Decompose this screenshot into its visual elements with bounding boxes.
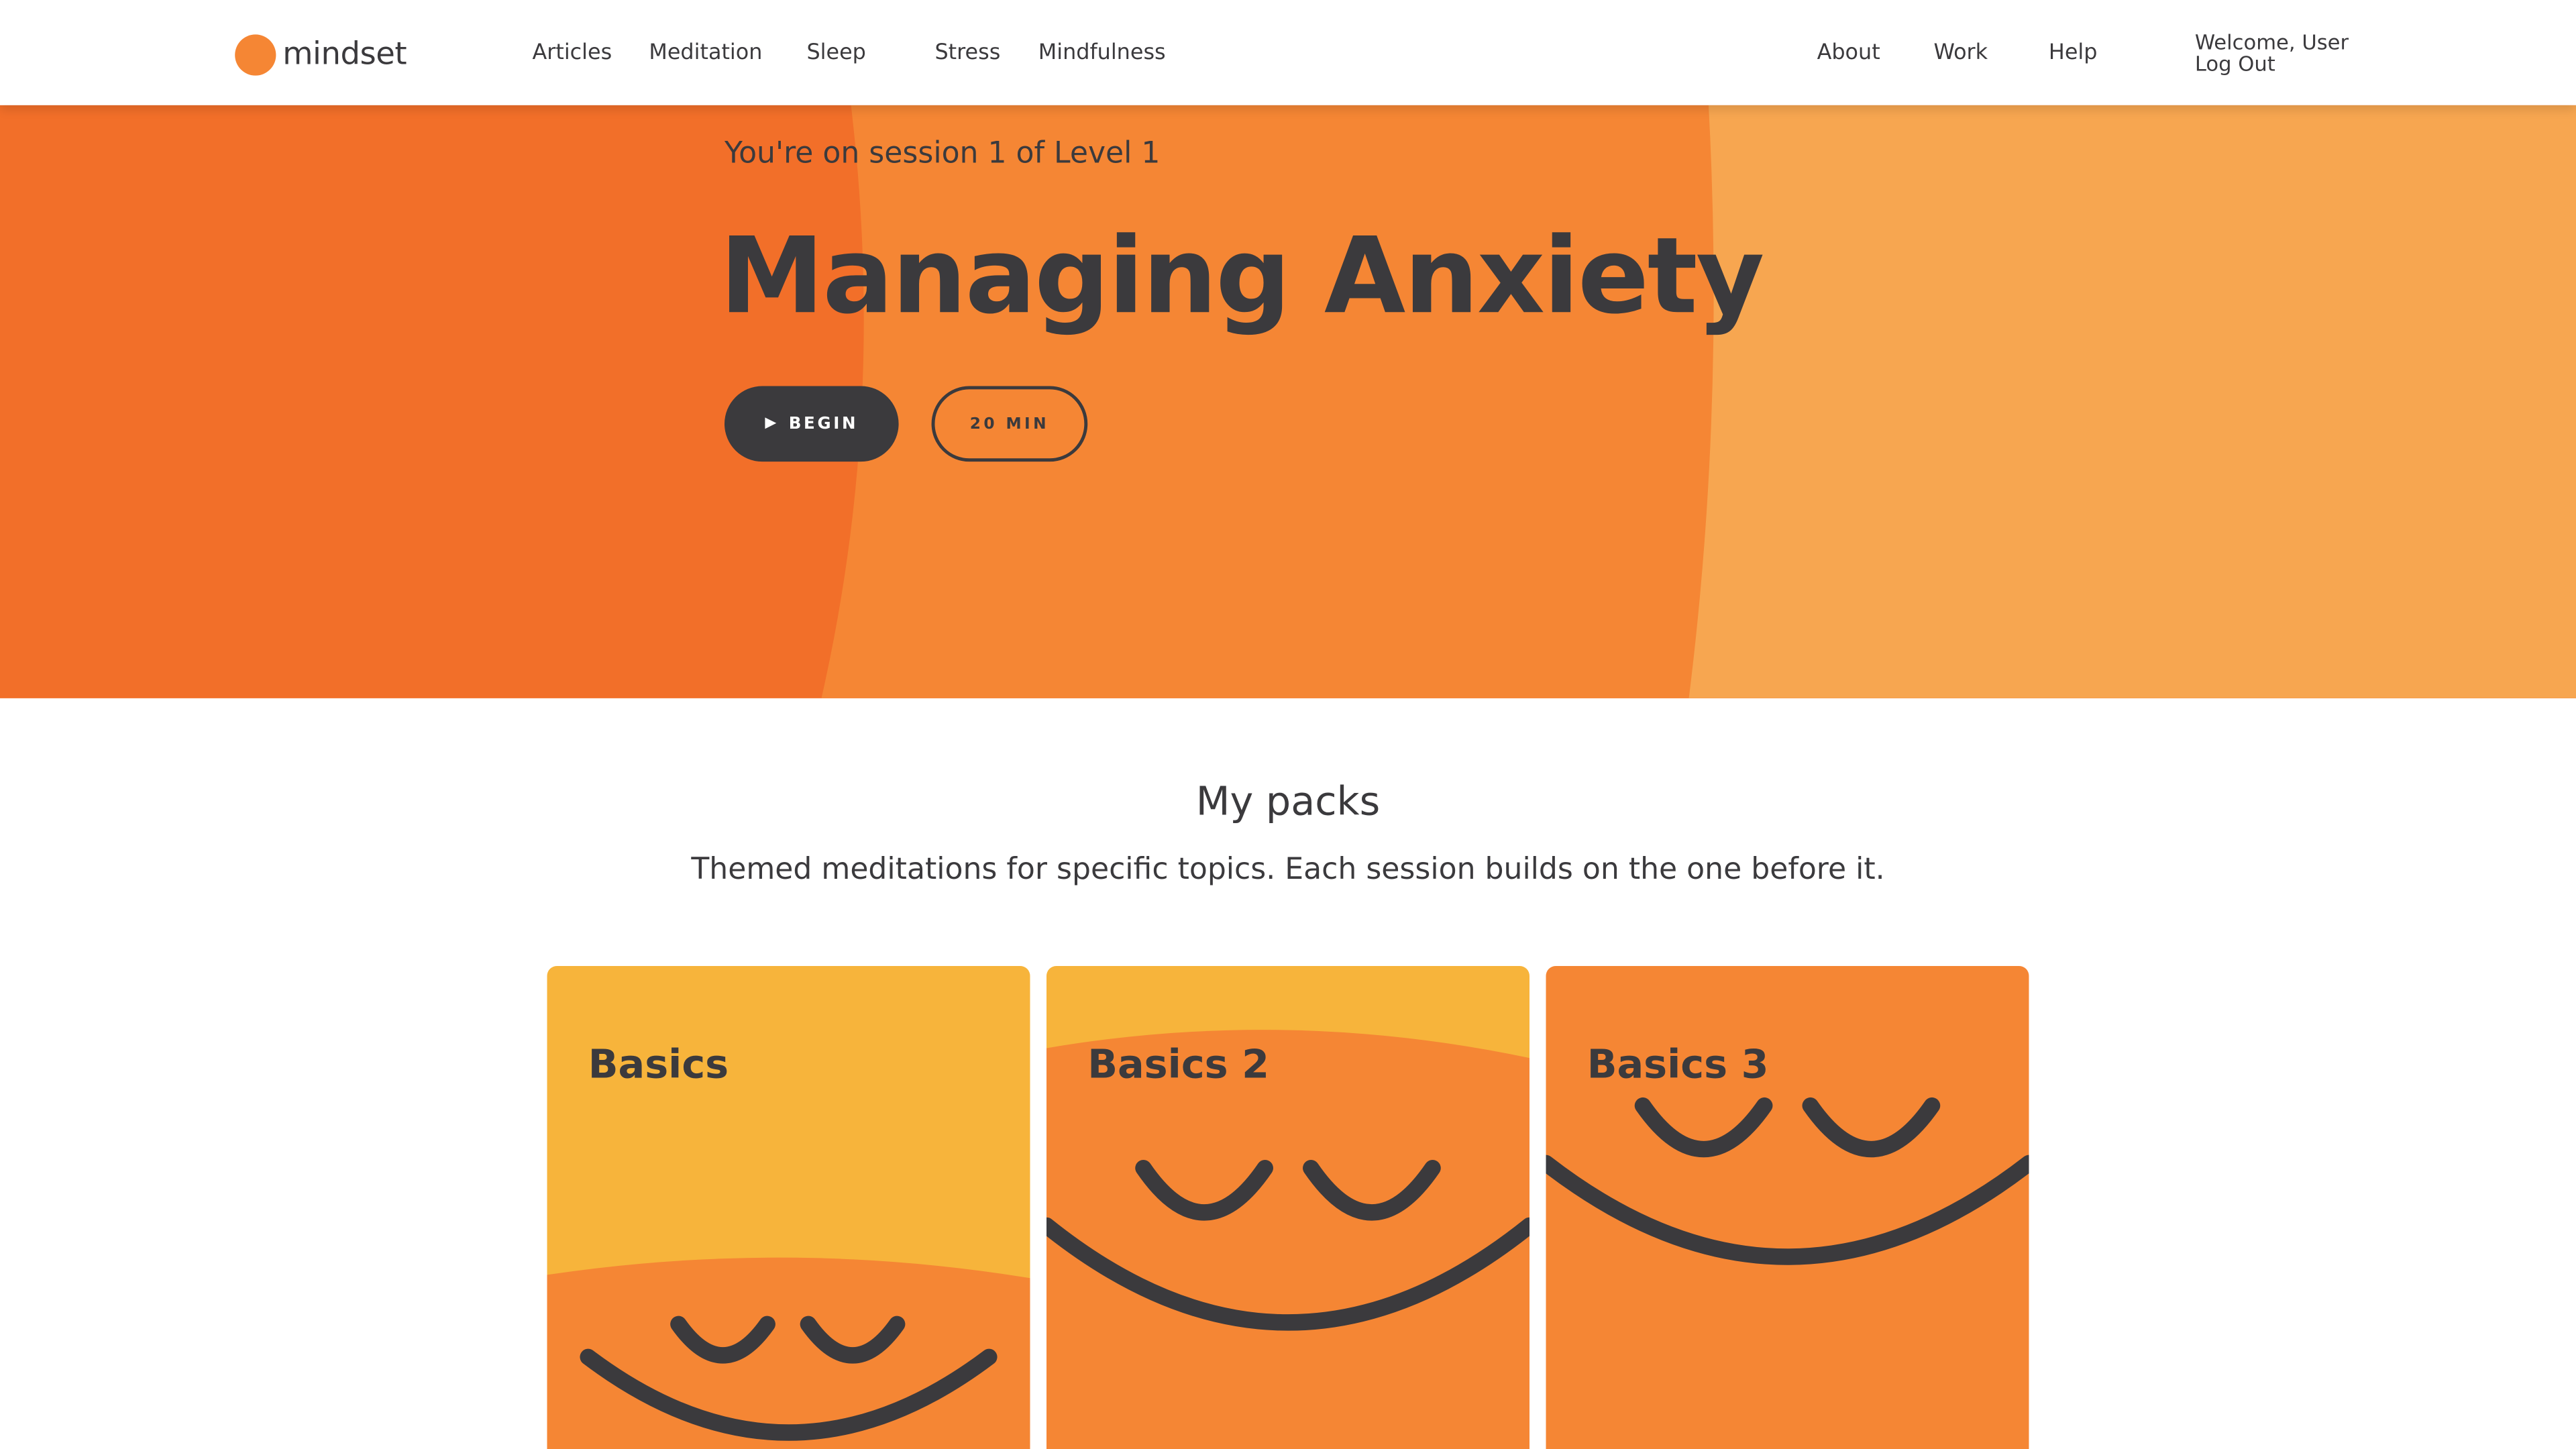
smiling-face-icon (1546, 966, 2029, 1449)
nav-help[interactable]: Help (2049, 40, 2098, 68)
nav-articles[interactable]: Articles (532, 40, 612, 68)
begin-button[interactable]: ▶ BEGIN (724, 386, 899, 462)
nav-work[interactable]: Work (1933, 40, 1988, 68)
packs-description: Themed meditations for specific topics. … (691, 853, 1885, 888)
nav-meditation[interactable]: Meditation (649, 40, 762, 68)
app-root: mindset Articles Meditation Sleep Stress… (0, 0, 2576, 1449)
packs-heading: My packs (1195, 778, 1381, 825)
nav-sleep[interactable]: Sleep (806, 40, 865, 68)
pack-card-basics[interactable] (547, 966, 1030, 1449)
user-menu: Welcome, User Log Out (2195, 32, 2349, 74)
brand-name: mindset (282, 36, 407, 72)
top-navigation-bar: mindset Articles Meditation Sleep Stress… (0, 0, 2576, 105)
play-icon: ▶ (765, 415, 780, 433)
nav-about[interactable]: About (1817, 40, 1880, 68)
pack-title-basics: Basics (588, 1041, 729, 1088)
nav-stress[interactable]: Stress (934, 40, 1000, 68)
begin-label: BEGIN (788, 415, 859, 433)
pack-title-basics-2: Basics 2 (1087, 1041, 1270, 1088)
hero-banner (0, 105, 2576, 698)
session-title: Managing Anxiety (719, 217, 1765, 339)
pack-card-basics-3[interactable] (1546, 966, 2029, 1449)
hero-background-shapes (0, 105, 2576, 698)
session-progress-text: You're on session 1 of Level 1 (724, 136, 1161, 171)
smiling-face-icon (1046, 966, 1529, 1449)
nav-mindfulness[interactable]: Mindfulness (1038, 40, 1166, 68)
smiling-face-icon (547, 966, 1030, 1449)
pack-title-basics-3: Basics 3 (1587, 1041, 1769, 1088)
pack-card-basics-2[interactable] (1046, 966, 1529, 1449)
logo-circle-icon (235, 34, 276, 75)
brand-logo[interactable]: mindset (235, 33, 407, 76)
logout-link[interactable]: Log Out (2195, 52, 2349, 74)
hero-bg-light (1688, 105, 2576, 698)
duration-button[interactable]: 20 MIN (931, 386, 1088, 462)
